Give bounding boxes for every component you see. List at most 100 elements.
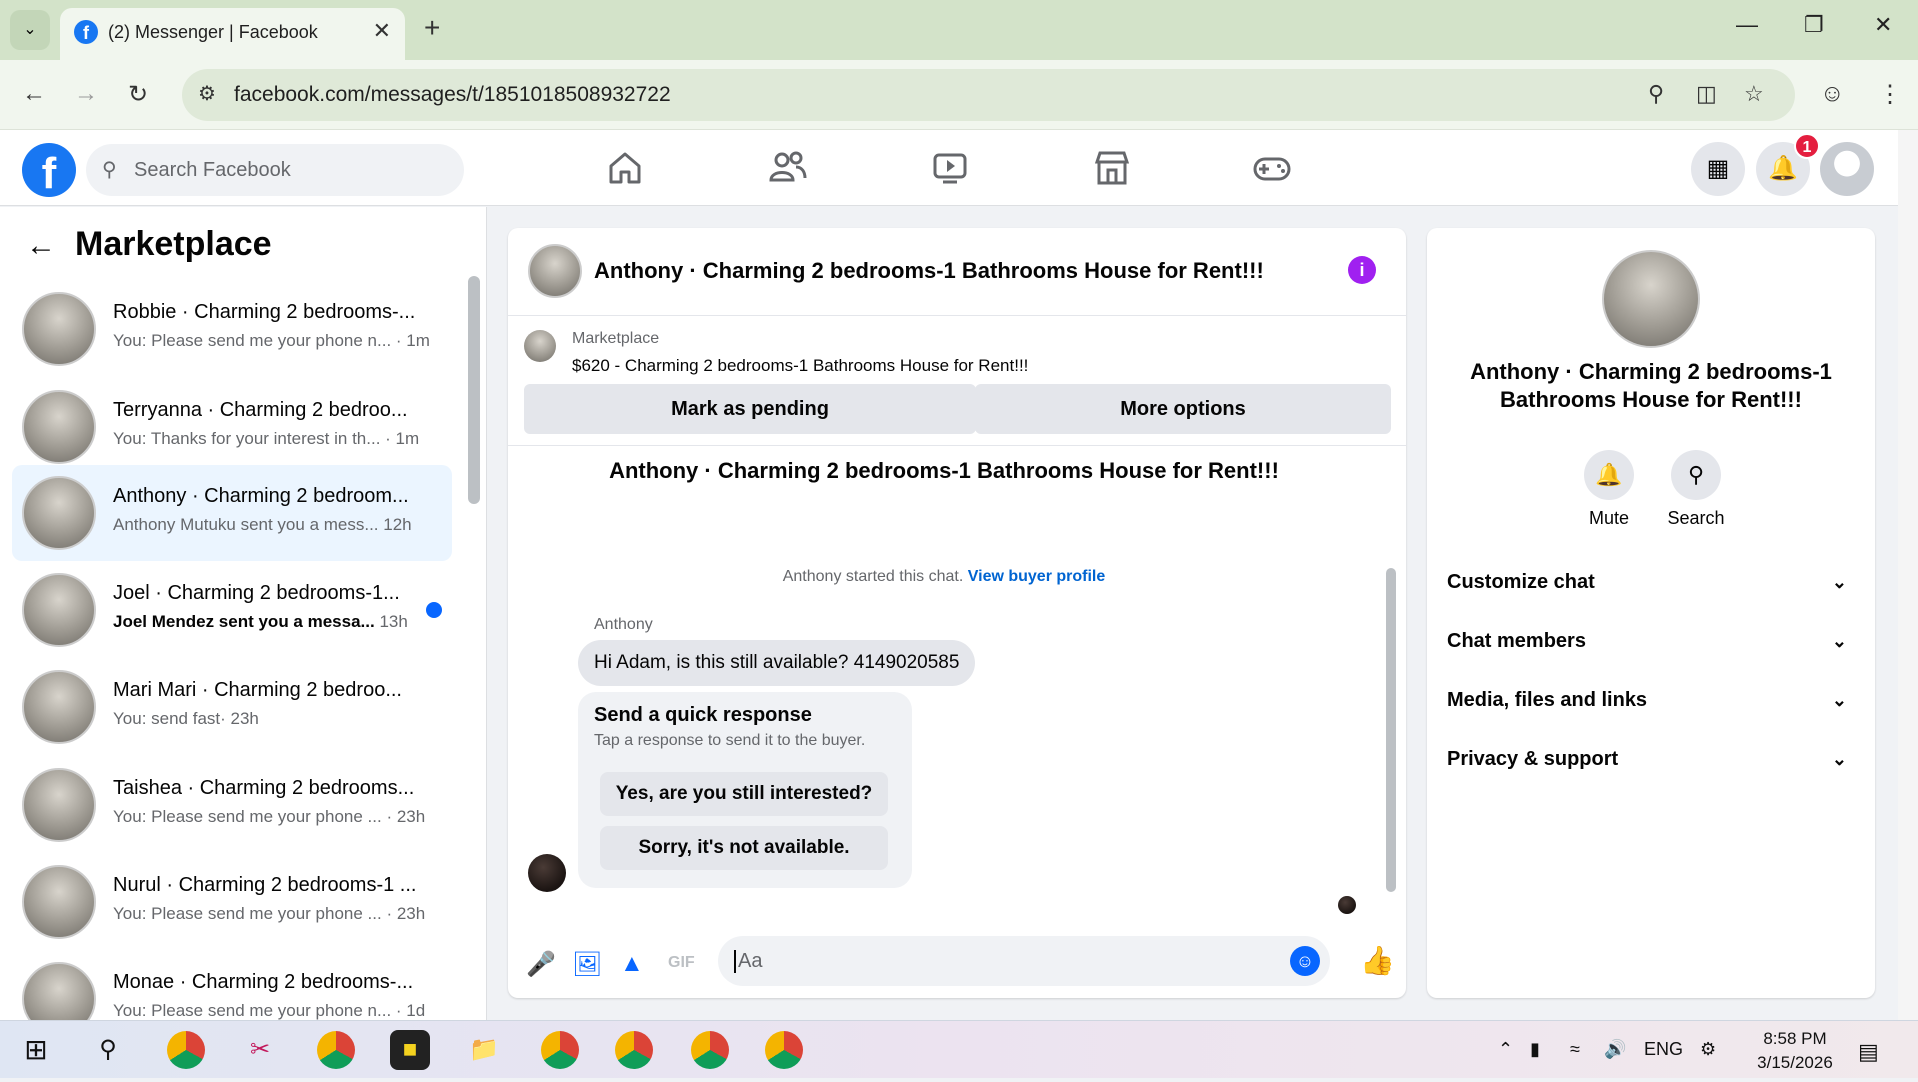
volume-icon[interactable]: 🔊 xyxy=(1604,1039,1626,1060)
snipping-tool-icon[interactable]: ✂ xyxy=(240,1030,280,1070)
mark-as-pending-button[interactable]: Mark as pending xyxy=(524,384,976,434)
file-explorer-icon[interactable]: 📁 xyxy=(464,1030,504,1070)
chat-scrollbar[interactable] xyxy=(1386,568,1396,892)
install-app-icon[interactable]: ◫ xyxy=(1696,81,1717,107)
chrome-profile-icon[interactable] xyxy=(614,1030,654,1070)
friends-icon[interactable] xyxy=(768,148,808,188)
emoji-icon[interactable]: ☺ xyxy=(1290,946,1320,976)
taskbar-search-icon[interactable]: ⚲ xyxy=(88,1030,128,1070)
watch-video-icon[interactable] xyxy=(930,148,970,188)
new-tab-button[interactable]: + xyxy=(424,12,440,44)
conversation-snippet: You: send fast· 23h xyxy=(113,709,259,728)
conversation-item-active[interactable]: Anthony · Charming 2 bedroom... Anthony … xyxy=(12,465,452,561)
info-icon[interactable]: i xyxy=(1348,256,1376,284)
listing-title[interactable]: $620 - Charming 2 bedrooms-1 Bathrooms H… xyxy=(572,356,1028,376)
quick-response-yes-button[interactable]: Yes, are you still interested? xyxy=(600,772,888,816)
tab-close-icon[interactable]: ✕ xyxy=(373,18,391,44)
mute-bell-icon[interactable]: 🔔 xyxy=(1584,450,1634,500)
url-text[interactable]: facebook.com/messages/t/1851018508932722 xyxy=(234,83,671,107)
chat-title[interactable]: Anthony · Charming 2 bedrooms-1 Bathroom… xyxy=(594,258,1264,284)
address-bar[interactable]: ⚙ facebook.com/messages/t/18510185089327… xyxy=(182,69,1795,121)
chrome-profile-icon[interactable] xyxy=(690,1030,730,1070)
quick-response-no-button[interactable]: Sorry, it's not available. xyxy=(600,826,888,870)
gif-icon[interactable]: GIF xyxy=(668,954,695,972)
view-buyer-profile-link[interactable]: View buyer profile xyxy=(968,568,1106,585)
site-info-icon[interactable]: ⚙ xyxy=(198,81,216,106)
chrome-profile-icon[interactable] xyxy=(764,1030,804,1070)
profile-icon[interactable]: ☺ xyxy=(1820,80,1845,108)
chat-panel: Anthony · Charming 2 bedrooms-1 Bathroom… xyxy=(508,228,1406,998)
clock-time: 8:58 PM xyxy=(1763,1029,1827,1048)
browser-tab[interactable]: f (2) Messenger | Facebook ✕ xyxy=(60,8,405,60)
privacy-support-row[interactable]: Privacy & support ⌄ xyxy=(1447,739,1855,779)
chrome-profile-icon[interactable] xyxy=(166,1030,206,1070)
minimize-button[interactable]: — xyxy=(1736,12,1758,38)
conversation-item[interactable]: Monae · Charming 2 bedrooms-... You: Ple… xyxy=(12,951,452,1020)
language-indicator[interactable]: ENG xyxy=(1644,1039,1683,1060)
conversation-item[interactable]: Mari Mari · Charming 2 bedroo... You: se… xyxy=(12,659,452,755)
back-arrow-icon[interactable]: ← xyxy=(26,229,56,263)
conversation-item[interactable]: Terryanna · Charming 2 bedroo... You: Th… xyxy=(12,379,452,475)
media-files-links-row[interactable]: Media, files and links ⌄ xyxy=(1447,680,1855,720)
zoom-icon[interactable]: ⚲ xyxy=(1648,81,1664,107)
chat-members-row[interactable]: Chat members ⌄ xyxy=(1447,621,1855,661)
avatar xyxy=(22,768,96,842)
facebook-logo-icon[interactable]: f xyxy=(22,143,76,198)
windows-start-icon[interactable]: ⊞ xyxy=(16,1030,56,1070)
settings-gear-icon[interactable]: ⚙ xyxy=(1700,1039,1716,1060)
back-button[interactable]: ← xyxy=(22,80,46,108)
notifications-center-icon[interactable]: ▤ xyxy=(1858,1039,1879,1065)
battery-icon[interactable]: ▮ xyxy=(1530,1039,1540,1060)
page-scrollbar[interactable] xyxy=(1898,130,1918,1020)
customize-chat-row[interactable]: Customize chat ⌄ xyxy=(1447,562,1855,602)
clock[interactable]: 8:58 PM 3/15/2026 xyxy=(1750,1027,1840,1075)
avatar xyxy=(22,390,96,464)
marketplace-icon[interactable] xyxy=(1092,148,1132,188)
sticky-notes-icon[interactable]: ■ xyxy=(390,1030,430,1070)
forward-button[interactable]: → xyxy=(74,80,98,108)
account-avatar[interactable] xyxy=(1820,142,1874,196)
tab-search-button[interactable]: ⌄ xyxy=(10,10,50,50)
message-input[interactable]: Aa ☺ xyxy=(718,936,1330,986)
message-bubble[interactable]: Hi Adam, is this still available? 414902… xyxy=(578,640,976,686)
left-scrollbar[interactable] xyxy=(468,276,480,504)
chat-header: Anthony · Charming 2 bedrooms-1 Bathroom… xyxy=(508,228,1406,316)
microphone-icon[interactable]: 🎤 xyxy=(526,950,556,979)
avatar xyxy=(22,670,96,744)
menu-kebab-icon[interactable]: ⋮ xyxy=(1878,80,1902,109)
menu-grid-icon[interactable]: ▦ xyxy=(1691,142,1745,196)
conversation-item[interactable]: Taishea · Charming 2 bedrooms... You: Pl… xyxy=(12,757,452,853)
gaming-icon[interactable] xyxy=(1252,148,1292,188)
tab-title: (2) Messenger | Facebook xyxy=(108,22,318,42)
attach-photo-icon[interactable]: 🖼 xyxy=(572,950,602,979)
chrome-profile-icon[interactable] xyxy=(540,1030,580,1070)
reload-button[interactable]: ↻ xyxy=(128,80,148,109)
more-options-button[interactable]: More options xyxy=(975,384,1391,434)
search-conversation-icon[interactable]: ⚲ xyxy=(1671,450,1721,500)
conversation-details-title: Anthony · Charming 2 bedrooms-1 Bathroom… xyxy=(1470,359,1832,412)
window-close-button[interactable]: ✕ xyxy=(1874,12,1892,38)
clock-date: 3/15/2026 xyxy=(1757,1053,1833,1072)
quick-response-subtext: Tap a response to send it to the buyer. xyxy=(594,732,866,749)
chat-avatar[interactable] xyxy=(528,244,582,298)
conversation-item[interactable]: Nurul · Charming 2 bedrooms-1 ... You: P… xyxy=(12,854,452,950)
chevron-up-icon[interactable]: ⌃ xyxy=(1498,1039,1513,1060)
conversation-item[interactable]: Robbie · Charming 2 bedrooms-... You: Pl… xyxy=(12,281,452,377)
sticker-icon[interactable]: ▲ xyxy=(620,950,644,978)
conversation-name: Anthony · Charming 2 bedroom... xyxy=(113,485,409,507)
wifi-icon[interactable]: ≈ xyxy=(1570,1039,1580,1060)
bookmark-star-icon[interactable]: ☆ xyxy=(1744,81,1764,107)
conversation-item[interactable]: Joel · Charming 2 bedrooms-1... Joel Men… xyxy=(12,562,452,658)
conversation-avatar[interactable] xyxy=(1602,250,1700,348)
restore-button[interactable]: ❐ xyxy=(1804,12,1824,38)
listing-thumbnail[interactable] xyxy=(524,330,556,362)
thumbs-up-icon[interactable]: 👍 xyxy=(1360,944,1395,977)
browser-tab-strip: ⌄ f (2) Messenger | Facebook ✕ + — ❐ ✕ xyxy=(0,0,1918,60)
sender-avatar[interactable] xyxy=(528,854,566,892)
conversation-snippet: You: Please send me your phone ... · 23h xyxy=(113,904,426,923)
browser-toolbar: ← → ↻ ⚙ facebook.com/messages/t/18510185… xyxy=(0,60,1918,130)
facebook-search[interactable]: ⚲ Search Facebook xyxy=(86,144,464,196)
home-icon[interactable] xyxy=(605,148,645,188)
windows-taskbar: ⊞ ⚲ ✂ ■ 📁 ⌃ ▮ ≈ 🔊 ENG ⚙ 8:58 PM 3/15/202… xyxy=(0,1020,1918,1078)
chrome-icon[interactable] xyxy=(316,1030,356,1070)
